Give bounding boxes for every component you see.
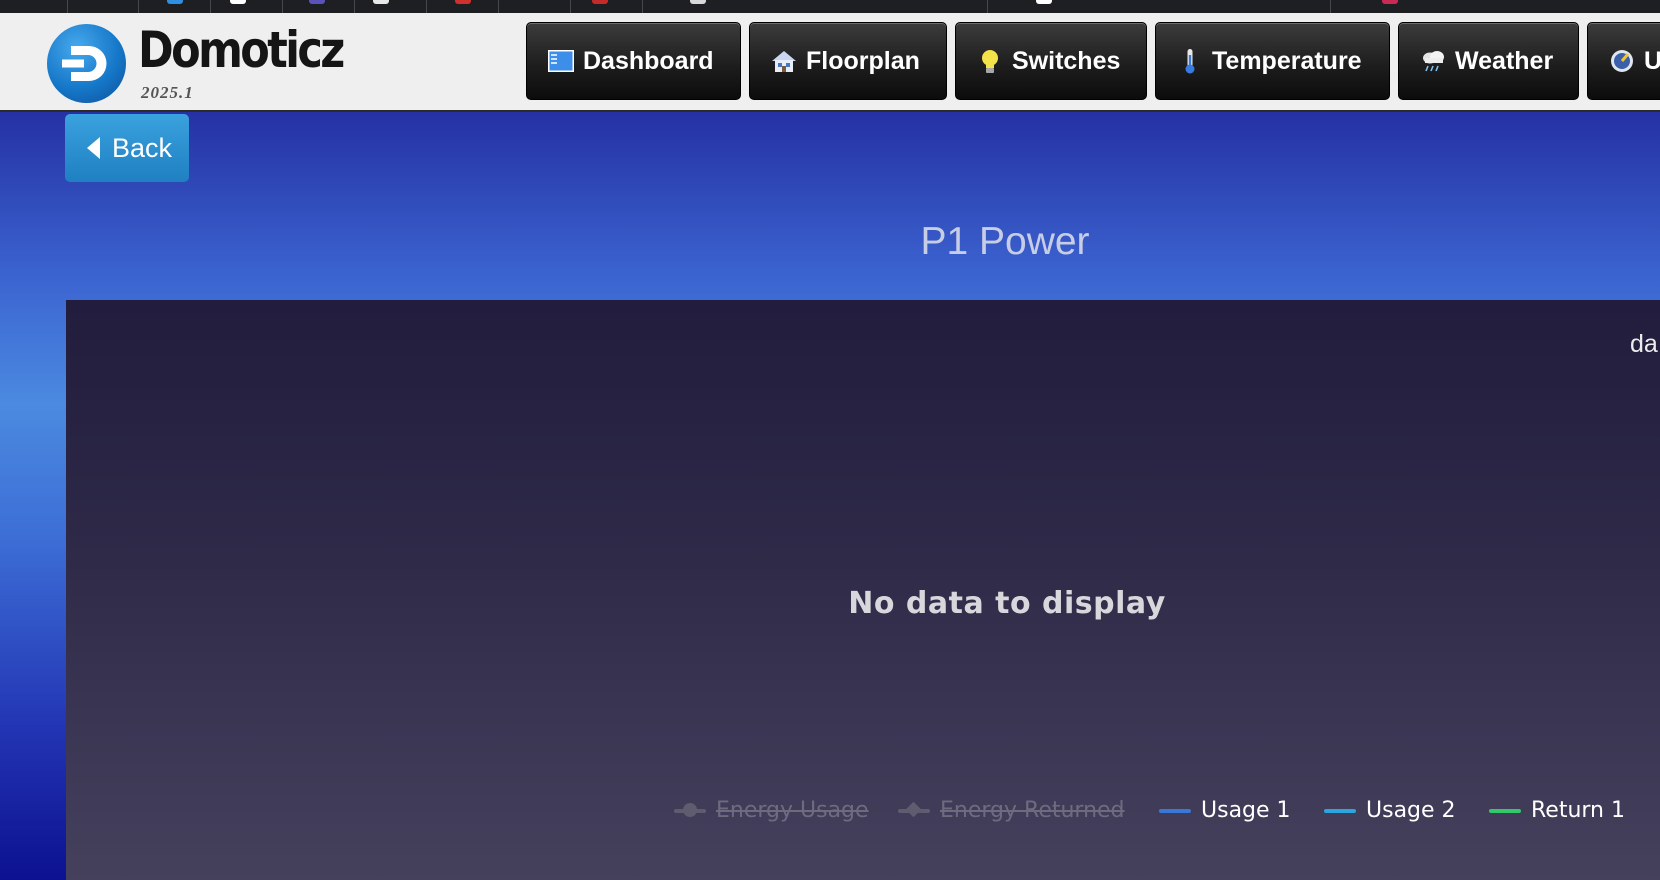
- legend-label: Usage 2: [1366, 798, 1456, 823]
- nav-weather-button[interactable]: Weather: [1398, 22, 1579, 100]
- power-chart: da No data to display Energy Usage Energ…: [66, 300, 1660, 880]
- tab-separator: [642, 0, 643, 13]
- legend-swatch: [898, 808, 930, 813]
- app-version: 2025.1: [141, 83, 194, 102]
- tab-separator: [138, 0, 139, 13]
- nav-switches-button[interactable]: Switches: [955, 22, 1147, 100]
- tab-separator: [282, 0, 283, 13]
- legend-label: Energy Returned: [940, 798, 1125, 823]
- nav-label: Floorplan: [806, 46, 920, 75]
- nav-floorplan-button[interactable]: Floorplan: [749, 22, 947, 100]
- rain-cloud-icon: [1423, 51, 1444, 72]
- legend-label: Return 1: [1531, 798, 1625, 823]
- browser-tab-strip: [0, 0, 1660, 13]
- tab-separator: [570, 0, 571, 13]
- tab-favicon[interactable]: [167, 0, 183, 4]
- legend-swatch: [674, 802, 706, 817]
- legend-swatch: [1324, 808, 1356, 813]
- legend-item-energy-returned[interactable]: Energy Returned: [898, 798, 1125, 823]
- legend-item-energy-usage[interactable]: Energy Usage: [674, 798, 869, 823]
- tab-favicon[interactable]: [309, 0, 325, 4]
- legend-swatch: [1159, 808, 1191, 813]
- legend-item-usage-1[interactable]: Usage 1: [1159, 798, 1291, 823]
- app-brand: Domoticz: [138, 21, 345, 79]
- chart-range-label[interactable]: da: [1630, 330, 1658, 359]
- legend-label: Usage 1: [1201, 798, 1291, 823]
- nav-temperature-button[interactable]: Temperature: [1155, 22, 1390, 100]
- tab-favicon[interactable]: [373, 0, 389, 4]
- legend-item-usage-2[interactable]: Usage 2: [1324, 798, 1456, 823]
- legend-label: Energy Usage: [716, 798, 869, 823]
- nav-dashboard-button[interactable]: Dashboard: [526, 22, 741, 100]
- tab-favicon[interactable]: [690, 0, 706, 4]
- page-title: P1 Power: [920, 220, 1090, 263]
- thermometer-icon: [1185, 49, 1195, 74]
- tab-separator: [498, 0, 499, 13]
- back-label: Back: [112, 132, 173, 163]
- nav-label: U: [1644, 47, 1660, 76]
- tab-favicon[interactable]: [455, 0, 471, 4]
- tab-favicon[interactable]: [1036, 0, 1052, 4]
- back-arrow-icon: [87, 137, 100, 159]
- nav-label: Switches: [1012, 46, 1121, 75]
- tab-separator: [987, 0, 988, 13]
- nav-label: Temperature: [1212, 46, 1362, 75]
- app-header: Domoticz 2025.1 Dashboard Floorplan Swit…: [0, 13, 1660, 112]
- nav-label: Weather: [1455, 46, 1554, 75]
- no-data-message: No data to display: [848, 586, 1166, 621]
- tab-separator: [210, 0, 211, 13]
- tab-favicon[interactable]: [230, 0, 246, 4]
- tab-separator: [426, 0, 427, 13]
- back-button[interactable]: Back: [65, 114, 189, 182]
- dashboard-icon: [548, 50, 574, 72]
- tab-separator: [67, 0, 68, 13]
- tab-favicon[interactable]: [592, 0, 608, 4]
- nav-utility-button[interactable]: U: [1587, 22, 1660, 100]
- legend-item-return-1[interactable]: Return 1: [1489, 798, 1625, 823]
- tab-separator: [354, 0, 355, 13]
- lightbulb-icon: [982, 50, 998, 73]
- gauge-icon: [1611, 50, 1633, 72]
- tab-favicon[interactable]: [1382, 0, 1398, 4]
- main-content: Back P1 Power da No data to display Ener…: [0, 112, 1660, 880]
- legend-swatch: [1489, 808, 1521, 813]
- house-icon: [772, 51, 796, 72]
- nav-label: Dashboard: [583, 46, 714, 75]
- domoticz-logo-icon[interactable]: [47, 24, 126, 103]
- tab-separator: [1330, 0, 1331, 13]
